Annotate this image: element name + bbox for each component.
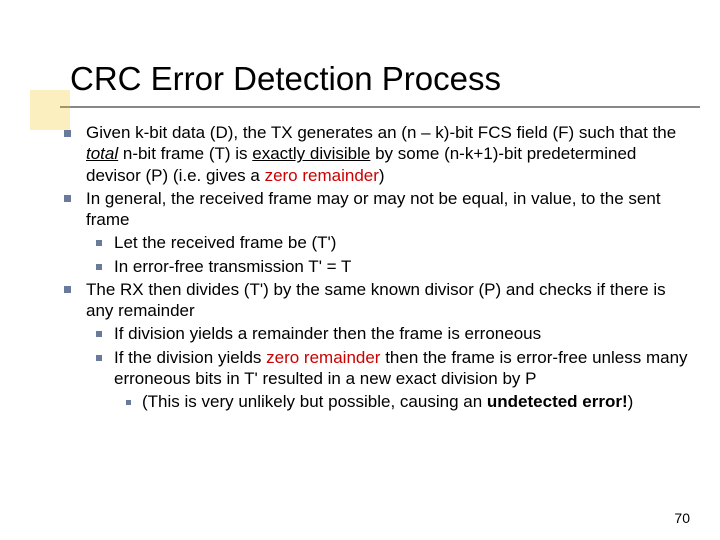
bullet-3b-i: (This is very unlikely but possible, cau…: [114, 391, 690, 412]
text-exactly: exactly divisible: [252, 144, 370, 163]
slide-content: Given k-bit data (D), the TX generates a…: [60, 122, 690, 412]
sub-bullet-list: If division yields a remainder then the …: [86, 323, 690, 412]
text: (This is very unlikely but possible, cau…: [142, 392, 487, 411]
sub-bullet-list: Let the received frame be (T') In error-…: [86, 232, 690, 277]
text: The RX then divides (T') by the same kno…: [86, 280, 666, 320]
bullet-2b: In error-free transmission T' = T: [86, 256, 690, 277]
bullet-list: Given k-bit data (D), the TX generates a…: [60, 122, 690, 412]
text: Let the received frame be (T'): [114, 233, 336, 252]
text: In general, the received frame may or ma…: [86, 189, 661, 229]
text-total: total: [86, 144, 118, 163]
text: n-bit frame (T) is: [118, 144, 252, 163]
text-undetected: undetected error!: [487, 392, 628, 411]
text: If the division yields: [114, 348, 266, 367]
slide: CRC Error Detection Process Given k-bit …: [0, 0, 720, 540]
bullet-3: The RX then divides (T') by the same kno…: [60, 279, 690, 413]
bullet-2a: Let the received frame be (T'): [86, 232, 690, 253]
text: Given k-bit data (D), the TX generates a…: [86, 123, 676, 142]
text-zero-remainder: zero remainder: [266, 348, 380, 367]
text-zero-remainder: zero remainder: [265, 166, 379, 185]
bullet-2: In general, the received frame may or ma…: [60, 188, 690, 277]
bullet-1: Given k-bit data (D), the TX generates a…: [60, 122, 690, 186]
bullet-3b: If the division yields zero remainder th…: [86, 347, 690, 413]
text: In error-free transmission T' = T: [114, 257, 351, 276]
sub-sub-bullet-list: (This is very unlikely but possible, cau…: [114, 391, 690, 412]
text: If division yields a remainder then the …: [114, 324, 541, 343]
slide-title: CRC Error Detection Process: [70, 60, 690, 98]
bullet-3a: If division yields a remainder then the …: [86, 323, 690, 344]
page-number: 70: [674, 510, 690, 526]
title-rule: [60, 106, 700, 108]
text: ): [379, 166, 385, 185]
text: ): [628, 392, 634, 411]
